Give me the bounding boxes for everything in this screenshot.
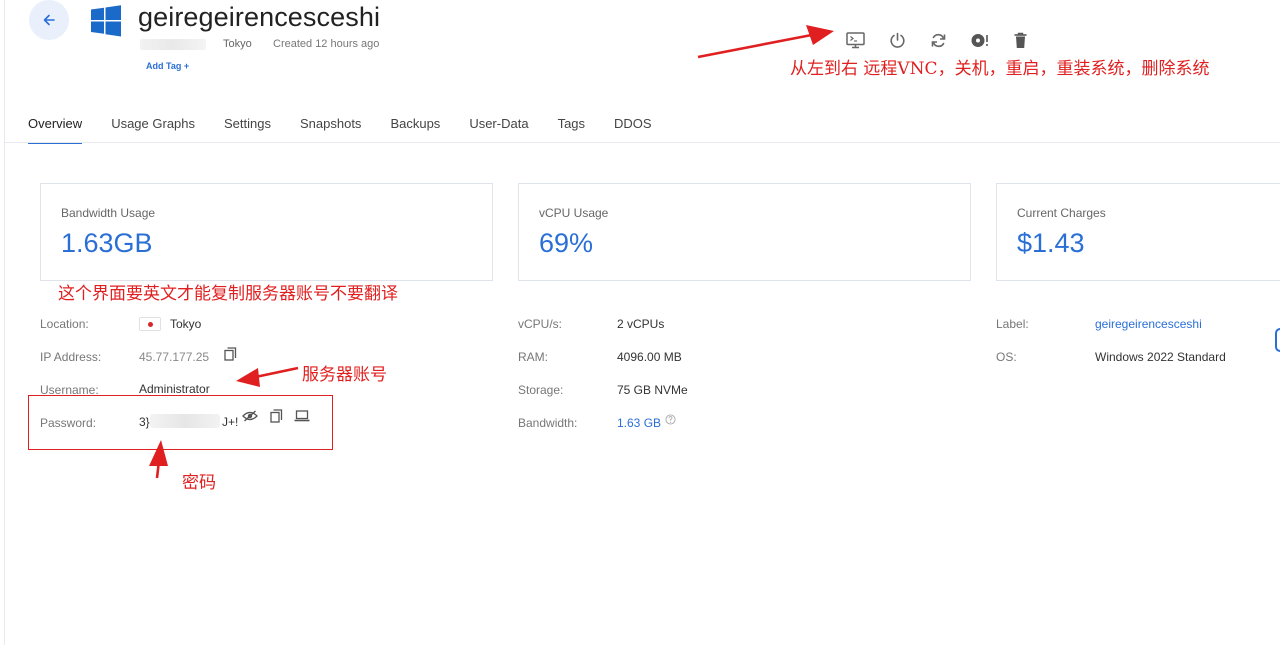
vcpu-usage-label: vCPU Usage — [539, 206, 609, 220]
vcpus-label: vCPU/s: — [518, 317, 563, 331]
monitor-terminal-icon — [845, 31, 865, 48]
arrow-left-icon — [43, 14, 55, 26]
tab-usage-graphs[interactable]: Usage Graphs — [111, 108, 195, 144]
storage-value: 75 GB NVMe — [617, 383, 688, 397]
add-tag-link[interactable]: Add Tag + — [146, 61, 189, 71]
bandwidth-help-button[interactable] — [664, 413, 676, 425]
japan-flag-icon — [139, 317, 161, 331]
server-account-annotation: 服务器账号 — [302, 365, 387, 385]
bandwidth-usage-value: 1.63GB — [61, 228, 153, 258]
password-highlight-box — [28, 395, 333, 450]
remote-vnc-button[interactable] — [845, 30, 865, 50]
toolbar-annotation: 从左到右 远程VNC，关机，重启，重装系统，删除系统 — [790, 59, 1210, 79]
bandwidth-value[interactable]: 1.63 GB — [617, 416, 661, 430]
tab-overview[interactable]: Overview — [28, 108, 83, 144]
tab-snapshots[interactable]: Snapshots — [300, 108, 361, 144]
english-only-annotation: 这个界面要英文才能复制服务器账号不要翻译 — [58, 284, 398, 304]
delete-button[interactable] — [1010, 30, 1030, 50]
storage-label: Storage: — [518, 383, 564, 397]
server-location: Tokyo — [223, 38, 252, 50]
trash-icon — [1014, 32, 1026, 48]
vcpus-value: 2 vCPUs — [617, 317, 665, 331]
help-circle-icon — [664, 413, 676, 425]
vcpu-usage-value: 69% — [539, 228, 594, 258]
bandwidth-usage-label: Bandwidth Usage — [61, 206, 156, 220]
current-charges-card: Current Charges $1.43 — [996, 183, 1280, 281]
tab-ddos[interactable]: DDOS — [614, 108, 652, 144]
tab-bar: Overview Usage Graphs Settings Snapshots… — [28, 108, 681, 144]
tab-user-data[interactable]: User-Data — [469, 108, 528, 144]
server-created: Created 12 hours ago — [273, 38, 380, 50]
reinstall-button[interactable] — [970, 30, 990, 50]
copy-ip-button[interactable] — [222, 346, 238, 362]
restart-button[interactable] — [928, 30, 948, 50]
tab-settings[interactable]: Settings — [224, 108, 271, 144]
bandwidth-label: Bandwidth: — [518, 416, 578, 430]
page-left-border — [4, 0, 5, 645]
side-toggle-edge[interactable] — [1275, 328, 1280, 352]
username-value: Administrator — [139, 382, 210, 396]
restart-icon — [931, 33, 945, 47]
copy-icon — [223, 347, 236, 361]
redacted-subtitle — [140, 39, 206, 50]
power-off-button[interactable] — [887, 30, 907, 50]
location-value: Tokyo — [170, 317, 202, 331]
reinstall-disc-icon — [971, 33, 988, 47]
bandwidth-usage-card: Bandwidth Usage 1.63GB — [40, 183, 493, 281]
tab-backups[interactable]: Backups — [390, 108, 440, 144]
server-title: geiregeirencesceshi — [138, 2, 381, 32]
ram-value: 4096.00 MB — [617, 350, 682, 364]
os-value: Windows 2022 Standard — [1095, 350, 1226, 364]
current-charges-label: Current Charges — [1017, 206, 1106, 220]
ram-label: RAM: — [518, 350, 548, 364]
location-label: Location: — [40, 317, 89, 331]
ip-address-label: IP Address: — [40, 350, 102, 364]
ip-address-value: 45.77.177.25 — [139, 350, 210, 364]
windows-logo-icon — [91, 5, 121, 37]
back-button[interactable] — [29, 0, 69, 40]
tab-divider — [5, 142, 1280, 143]
label-label: Label: — [996, 317, 1029, 331]
os-label: OS: — [996, 350, 1017, 364]
vcpu-usage-card: vCPU Usage 69% — [518, 183, 971, 281]
label-value[interactable]: geiregeirencesceshi — [1095, 317, 1202, 331]
current-charges-value: $1.43 — [1017, 228, 1085, 258]
power-icon — [889, 32, 905, 48]
tab-tags[interactable]: Tags — [558, 108, 585, 144]
password-annotation: 密码 — [182, 473, 216, 493]
